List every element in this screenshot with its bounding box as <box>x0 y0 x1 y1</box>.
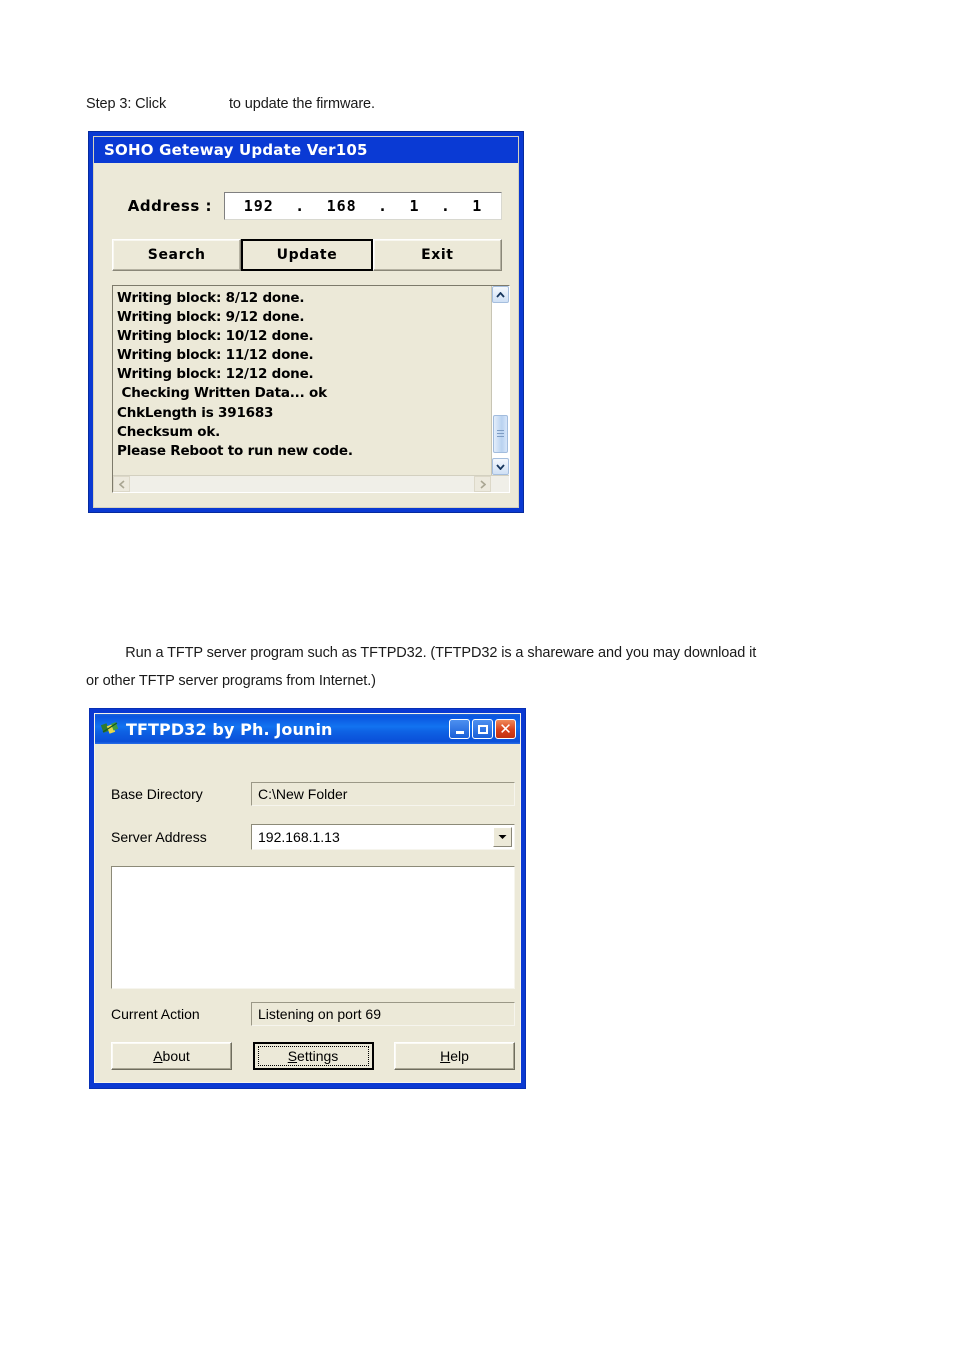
tftpd32-button-row: About Settings Help <box>111 1042 515 1070</box>
step3-instruction-text: Step 3: Click to update the firmware. <box>86 96 375 112</box>
settings-button-label: ettings <box>297 1048 339 1064</box>
chevron-right-icon <box>479 479 486 489</box>
minimize-icon <box>455 730 464 734</box>
close-icon: ✕ <box>499 719 512 738</box>
soho-button-row: Search Update Exit <box>112 239 502 271</box>
search-button[interactable]: Search <box>112 239 242 271</box>
current-action-label: Current Action <box>111 1006 200 1022</box>
ip-separator-3: . <box>440 197 451 215</box>
scroll-right-icon[interactable] <box>474 476 491 492</box>
log-line: Checking Written Data... ok <box>117 385 327 402</box>
transfer-list-box[interactable] <box>111 866 515 989</box>
log-line: Writing block: 10/12 done. <box>117 328 314 345</box>
chevron-up-icon <box>496 291 505 298</box>
scroll-left-icon[interactable] <box>113 476 130 492</box>
base-directory-field[interactable]: C:\New Folder <box>251 782 515 806</box>
help-button[interactable]: Help <box>394 1042 515 1070</box>
server-address-combobox[interactable]: 192.168.1.13 <box>251 824 515 850</box>
scrollbar-thumb[interactable] <box>493 415 508 453</box>
tftpd32-window-inner: TFTPD32 by Ph. Jounin ✕ Base Directory C… <box>94 713 521 1083</box>
log-line: Checksum ok. <box>117 423 221 440</box>
address-label: Address : <box>127 197 212 215</box>
ip-separator-2: . <box>378 197 389 215</box>
tftp-paragraph-line-1: Run a TFTP server program such as TFTPD3… <box>86 645 757 661</box>
ip-separator-1: . <box>295 197 306 215</box>
scroll-down-icon[interactable] <box>492 458 509 475</box>
settings-button[interactable]: Settings <box>252 1042 374 1070</box>
tftpd32-app-icon <box>100 720 119 738</box>
exit-button[interactable]: Exit <box>372 239 502 271</box>
maximize-button[interactable] <box>472 719 493 739</box>
current-action-row: Current Action Listening on port 69 <box>111 1002 515 1026</box>
soho-titlebar[interactable]: SOHO Geteway Update Ver105 <box>94 137 518 163</box>
update-log-text: Writing block: 8/12 done. Writing block:… <box>117 289 489 472</box>
soho-window-body: Address : 192 . 168 . 1 . 1 Search Updat… <box>94 163 518 507</box>
settings-button-accel: S <box>287 1048 298 1064</box>
log-horizontal-scrollbar[interactable] <box>113 475 509 492</box>
ip-octet-2[interactable]: 168 <box>327 197 357 215</box>
scrollbar-grip-icon <box>497 429 504 439</box>
tftp-paragraph-line-2: or other TFTP server programs from Inter… <box>86 673 376 689</box>
window-controls: ✕ <box>449 719 516 739</box>
ip-octet-4[interactable]: 1 <box>472 197 482 215</box>
about-button[interactable]: About <box>111 1042 232 1070</box>
log-line: Please Reboot to run new code. <box>117 442 353 459</box>
about-button-accel: A <box>153 1048 163 1064</box>
server-address-value: 192.168.1.13 <box>258 829 340 845</box>
address-input[interactable]: 192 . 168 . 1 . 1 <box>224 192 502 220</box>
update-log-box[interactable]: Writing block: 8/12 done. Writing block:… <box>112 285 510 493</box>
help-button-label: elp <box>450 1048 469 1064</box>
maximize-icon <box>477 724 488 734</box>
log-line: Writing block: 12/12 done. <box>117 366 314 383</box>
address-row: Address : 192 . 168 . 1 . 1 <box>112 191 502 221</box>
base-directory-row: Base Directory C:\New Folder <box>111 782 515 806</box>
soho-gateway-update-window: SOHO Geteway Update Ver105 Address : 192… <box>88 131 524 513</box>
about-button-label: bout <box>162 1048 190 1064</box>
log-line: Writing block: 9/12 done. <box>117 309 305 326</box>
server-address-label: Server Address <box>111 829 207 845</box>
server-address-row: Server Address 192.168.1.13 <box>111 824 515 850</box>
ip-octet-3[interactable]: 1 <box>409 197 419 215</box>
log-vertical-scrollbar[interactable] <box>491 286 509 475</box>
update-button[interactable]: Update <box>241 239 373 271</box>
ip-octet-1[interactable]: 192 <box>244 197 274 215</box>
close-button[interactable]: ✕ <box>495 719 516 739</box>
chevron-left-icon <box>118 479 125 489</box>
log-line: Writing block: 8/12 done. <box>117 290 305 306</box>
chevron-down-icon[interactable] <box>493 827 512 847</box>
log-line: Writing block: 11/12 done. <box>117 347 314 364</box>
tftpd32-window-title: TFTPD32 by Ph. Jounin <box>126 719 333 739</box>
current-action-field: Listening on port 69 <box>251 1002 515 1026</box>
tftpd32-titlebar[interactable]: TFTPD32 by Ph. Jounin ✕ <box>95 714 520 744</box>
settings-focus-ring: Settings <box>257 1046 369 1066</box>
soho-window-title: SOHO Geteway Update Ver105 <box>104 141 368 159</box>
minimize-button[interactable] <box>449 719 470 739</box>
scroll-up-icon[interactable] <box>492 286 509 303</box>
base-directory-label: Base Directory <box>111 786 203 802</box>
soho-window-inner: SOHO Geteway Update Ver105 Address : 192… <box>93 136 519 508</box>
help-button-accel: H <box>440 1048 451 1064</box>
chevron-down-icon <box>496 463 505 470</box>
log-line: ChkLength is 391683 <box>117 404 274 421</box>
tftpd32-body: Base Directory C:\New Folder Server Addr… <box>95 744 520 1082</box>
tftpd32-window: TFTPD32 by Ph. Jounin ✕ Base Directory C… <box>89 708 526 1089</box>
